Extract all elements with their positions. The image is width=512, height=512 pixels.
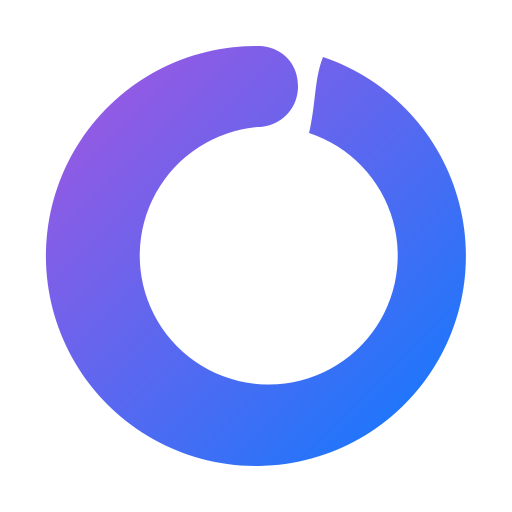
ring-logo-icon xyxy=(45,45,466,466)
app-icon-canvas xyxy=(0,0,512,512)
ring-arc xyxy=(45,45,466,466)
